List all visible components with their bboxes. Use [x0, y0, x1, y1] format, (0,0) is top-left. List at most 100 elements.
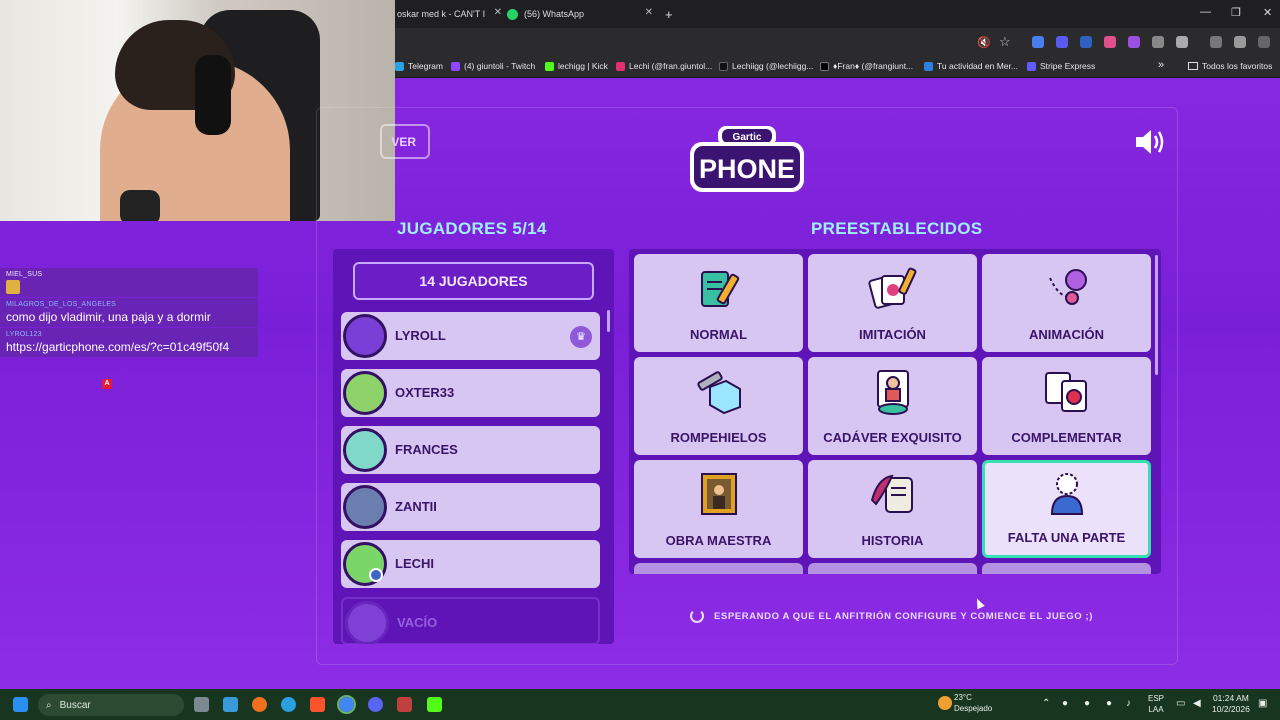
bookmark-telegram[interactable]: Telegram [395, 61, 443, 71]
windows-start-icon[interactable] [13, 697, 28, 712]
firefox-icon[interactable] [252, 697, 267, 712]
close-icon[interactable]: ✕ [645, 7, 653, 18]
tray-chevron-icon[interactable]: ⌃ [1042, 698, 1050, 709]
tiktok-icon [719, 61, 728, 71]
cards-icon [868, 267, 917, 309]
menu-icon[interactable] [1210, 36, 1222, 48]
chat-username: LYROL123 [6, 331, 42, 338]
network-icon[interactable]: ▭ [1176, 698, 1185, 709]
app-icon[interactable] [397, 697, 412, 712]
file-explorer-icon[interactable] [223, 697, 238, 712]
chat-username: MILAGROS_DE_LOS_ANGELES [6, 301, 117, 308]
bookmark-mercadolibre[interactable]: Tu actividad en Mer... [924, 61, 1018, 71]
preset-rompehielos[interactable]: ROMPEHIELOS [634, 357, 803, 455]
preset-falta-una-parte[interactable]: FALTA UNA PARTE [982, 460, 1151, 558]
all-favorites-folder[interactable]: Todos los favoritos [1188, 61, 1272, 71]
chat-text: como dijo vladimir, una paja y a dormir [6, 310, 211, 324]
presets-scrollbar[interactable] [1155, 255, 1158, 375]
new-tab-button[interactable]: + [665, 4, 673, 24]
extension-icon[interactable] [1080, 36, 1092, 48]
preset-card-partial[interactable] [634, 563, 803, 574]
brave-icon[interactable] [310, 697, 325, 712]
preset-obra-maestra[interactable]: OBRA MAESTRA [634, 460, 803, 558]
players-scrollbar[interactable] [607, 310, 610, 332]
window-close-icon[interactable]: ✕ [1263, 6, 1272, 19]
bookmark-label: Stripe Express [1040, 61, 1096, 71]
minimize-icon[interactable]: — [1200, 6, 1211, 18]
bookmark-label: lechigg | Kick [558, 61, 608, 71]
mercadolibre-icon [924, 61, 933, 71]
bookmark-star-icon[interactable]: ☆ [999, 34, 1011, 50]
preset-complementar[interactable]: COMPLEMENTAR [982, 357, 1151, 455]
more-bookmarks-icon[interactable]: » [1158, 59, 1164, 71]
browser-tab-whatsapp[interactable]: (56) WhatsApp ✕ [507, 4, 653, 24]
emote-icon [6, 280, 20, 294]
bookmark-x[interactable]: ♦Fran♦ (@frangiunt... [820, 61, 913, 71]
preset-card-partial[interactable] [808, 563, 977, 574]
search-icon: ⌕ [46, 699, 52, 711]
preset-animacion[interactable]: ANIMACIÓN [982, 254, 1151, 352]
avatar [343, 428, 387, 472]
language-indicator[interactable]: ESP LAA [1148, 693, 1164, 715]
preset-label: CADÁVER EXQUISITO [823, 430, 962, 445]
sound-icon[interactable] [1134, 128, 1166, 156]
player-name: VACÍO [397, 615, 438, 630]
address-bar[interactable]: 🔇 ☆ [395, 28, 1280, 56]
extension-icon[interactable] [1056, 36, 1068, 48]
tab-label: oskar med k - CAN'T I [397, 9, 486, 19]
extensions-puzzle-icon[interactable] [1176, 36, 1188, 48]
whatsapp-icon [507, 8, 518, 20]
steam-icon[interactable]: ● [1062, 698, 1068, 709]
tray-app-icon[interactable]: ● [1106, 698, 1112, 709]
preset-label: NORMAL [689, 327, 748, 342]
preset-historia[interactable]: HISTORIA [808, 460, 977, 558]
instagram-icon [616, 61, 625, 71]
profile-icon[interactable] [1234, 36, 1246, 48]
preset-card-partial[interactable] [982, 563, 1151, 574]
loading-spinner-icon [690, 609, 704, 623]
chat-message: MILAGROS_DE_LOS_ANGELES como dijo vladim… [0, 298, 258, 327]
player-name: LECHI [395, 556, 434, 571]
pencil-paper-icon [701, 271, 740, 307]
extension-icon[interactable] [1152, 36, 1164, 48]
kick-icon[interactable] [427, 697, 442, 712]
extension-icon[interactable] [1104, 36, 1116, 48]
discord-icon[interactable] [368, 697, 383, 712]
preset-cadaver-exquisito[interactable]: CADÁVER EXQUISITO [808, 357, 977, 455]
bookmark-instagram[interactable]: Lechi (@fran.giuntol... [616, 61, 712, 71]
logo-top-text: Gartic [733, 132, 762, 143]
system-clock[interactable]: 01:24 AM 10/2/2026 [1212, 693, 1250, 715]
back-button[interactable]: VER [380, 124, 430, 159]
bookmark-kick[interactable]: lechigg | Kick [545, 61, 608, 71]
browser-tab[interactable]: oskar med k - CAN'T I ✕ [397, 4, 502, 24]
more-menu-icon[interactable] [1258, 36, 1270, 48]
player-row: OXTER33 [341, 369, 600, 417]
notifications-icon[interactable]: ▣ [1258, 698, 1267, 709]
weather-widget[interactable]: 23°C Despejado [938, 692, 992, 714]
player-row: LYROLL ♛ [341, 312, 600, 360]
bookmark-stripe[interactable]: Stripe Express [1027, 61, 1095, 71]
microphone-icon[interactable]: ♪ [1126, 698, 1131, 709]
player-row: LECHI [341, 540, 600, 588]
twitch-icon [451, 61, 460, 71]
preset-imitacion[interactable]: IMITACIÓN [808, 254, 977, 352]
close-icon[interactable]: ✕ [494, 7, 502, 18]
player-count-button[interactable]: 14 JUGADORES [353, 262, 594, 300]
mute-site-icon[interactable]: 🔇 [977, 36, 991, 49]
extension-icon[interactable] [1032, 36, 1044, 48]
edge-icon[interactable] [281, 697, 296, 712]
windows-taskbar: ⌕ Buscar 23°C Despejado ⌃ ● ● ● ♪ ESP LA… [0, 689, 1280, 720]
player-name: FRANCES [395, 442, 458, 457]
bookmark-twitch[interactable]: (4) giuntoli - Twitch [451, 61, 535, 71]
task-view-icon[interactable] [194, 697, 209, 712]
tray-app-icon[interactable]: ● [1084, 698, 1090, 709]
extension-icon[interactable] [1128, 36, 1140, 48]
volume-icon[interactable]: ◀ [1193, 698, 1201, 709]
taskbar-search[interactable]: ⌕ Buscar [38, 694, 184, 716]
ice-cube-icon [697, 371, 741, 415]
chrome-icon[interactable] [337, 695, 356, 714]
search-placeholder: Buscar [59, 699, 91, 711]
bookmark-tiktok[interactable]: Lechiigg (@lechiigg... [719, 61, 813, 71]
restore-icon[interactable]: ❐ [1231, 6, 1241, 19]
preset-normal[interactable]: NORMAL [634, 254, 803, 352]
